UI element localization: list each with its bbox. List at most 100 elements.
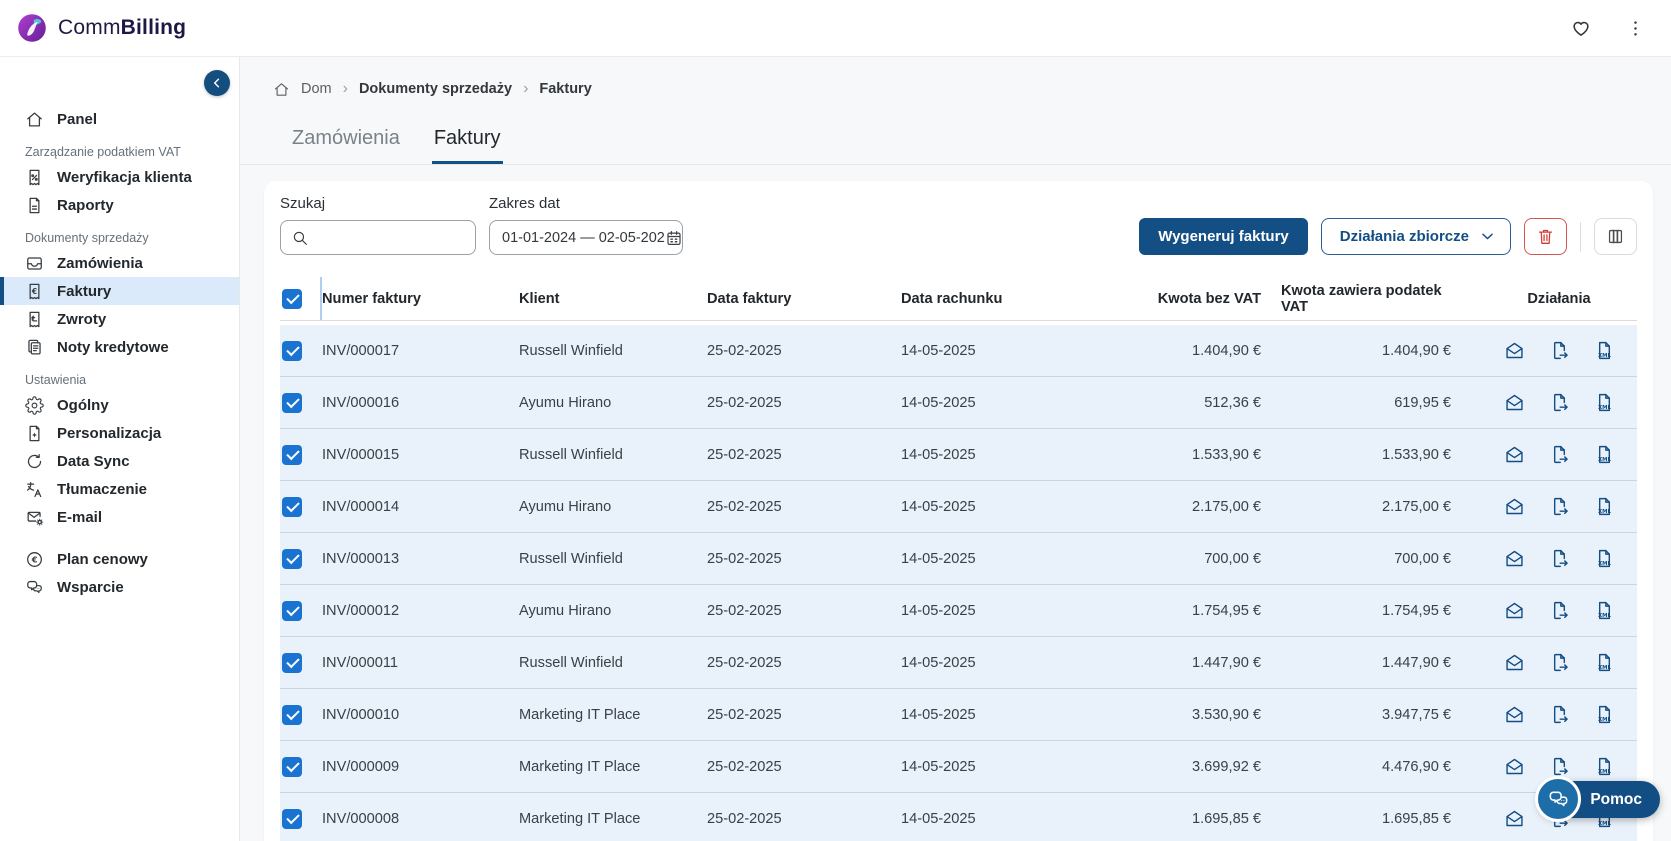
app-logo[interactable]: CommBilling [16, 12, 186, 44]
sidebar-item-label: Noty kredytowe [57, 339, 169, 356]
sidebar-item-label: Ogólny [57, 397, 109, 414]
file-xml-icon[interactable]: XML [1594, 496, 1615, 517]
select-all-checkbox[interactable] [282, 289, 302, 309]
euro-circle-icon: € [25, 550, 44, 569]
row-checkbox[interactable] [282, 445, 302, 465]
help-button[interactable]: Pomoc [1538, 781, 1660, 818]
heart-icon[interactable] [1570, 17, 1592, 39]
gross-amount-cell: 1.447,90 € [1281, 655, 1481, 671]
file-export-icon[interactable] [1549, 392, 1570, 413]
bulk-actions-button[interactable]: Działania zbiorcze [1321, 218, 1511, 255]
row-checkbox[interactable] [282, 705, 302, 725]
table-row[interactable]: INV/000009 Marketing IT Place 25-02-2025… [280, 741, 1637, 793]
row-checkbox[interactable] [282, 393, 302, 413]
file-xml-icon[interactable]: XML [1594, 444, 1615, 465]
table-row[interactable]: INV/000008 Marketing IT Place 25-02-2025… [280, 793, 1637, 841]
sidebar-item-faktury[interactable]: €Faktury [0, 277, 239, 305]
columns-settings-button[interactable] [1594, 218, 1637, 255]
file-export-icon[interactable] [1549, 444, 1570, 465]
column-header-data-rachunku[interactable]: Data rachunku [901, 277, 1141, 320]
sidebar-item-raporty[interactable]: Raporty [0, 191, 239, 219]
sidebar-item-ogolny[interactable]: Ogólny [0, 391, 239, 419]
column-header-data-faktury[interactable]: Data faktury [707, 277, 901, 320]
search-input[interactable] [280, 220, 476, 255]
table-row[interactable]: INV/000012 Ayumu Hirano 25-02-2025 14-05… [280, 585, 1637, 637]
net-amount-cell: 3.530,90 € [1141, 707, 1281, 723]
sidebar-item-data-sync[interactable]: Data Sync [0, 447, 239, 475]
row-checkbox[interactable] [282, 549, 302, 569]
sidebar-item-zamowienia[interactable]: Zamówienia [0, 249, 239, 277]
envelope-open-icon[interactable] [1504, 392, 1525, 413]
table-row[interactable]: INV/000010 Marketing IT Place 25-02-2025… [280, 689, 1637, 741]
row-checkbox[interactable] [282, 341, 302, 361]
column-header-kwota-bez-vat[interactable]: Kwota bez VAT [1141, 277, 1281, 320]
sidebar-item-panel[interactable]: Panel [0, 105, 239, 133]
invoice-number-cell: INV/000010 [322, 707, 519, 723]
file-xml-icon[interactable]: XML [1594, 756, 1615, 777]
breadcrumb-item-dom[interactable]: Dom [301, 81, 332, 97]
file-export-icon[interactable] [1549, 756, 1570, 777]
envelope-open-icon[interactable] [1504, 496, 1525, 517]
file-export-icon[interactable] [1549, 704, 1570, 725]
file-export-icon[interactable] [1549, 548, 1570, 569]
sidebar-item-zwroty[interactable]: Zwroty [0, 305, 239, 333]
file-xml-icon[interactable]: XML [1594, 652, 1615, 673]
tab-zamowienia[interactable]: Zamówienia [290, 115, 402, 164]
file-export-icon[interactable] [1549, 340, 1570, 361]
row-checkbox[interactable] [282, 601, 302, 621]
column-header-numer-faktury[interactable]: Numer faktury [322, 277, 519, 320]
main-content: Dom › Dokumenty sprzedaży › Faktury Zamó… [240, 57, 1671, 841]
kebab-menu-icon[interactable] [1626, 19, 1645, 38]
file-xml-icon[interactable]: XML [1594, 340, 1615, 361]
table-row[interactable]: INV/000014 Ayumu Hirano 25-02-2025 14-05… [280, 481, 1637, 533]
envelope-open-icon[interactable] [1504, 652, 1525, 673]
row-actions-cell: XML [1481, 756, 1637, 777]
document-star-icon [25, 424, 44, 443]
file-export-icon[interactable] [1549, 600, 1570, 621]
tab-faktury[interactable]: Faktury [432, 115, 503, 164]
file-xml-icon[interactable]: XML [1594, 392, 1615, 413]
table-row[interactable]: INV/000017 Russell Winfield 25-02-2025 1… [280, 325, 1637, 377]
table-row[interactable]: INV/000011 Russell Winfield 25-02-2025 1… [280, 637, 1637, 689]
table-row[interactable]: INV/000013 Russell Winfield 25-02-2025 1… [280, 533, 1637, 585]
column-header-kwota-zawiera-podatek-vat[interactable]: Kwota zawiera podatek VAT [1281, 277, 1481, 320]
row-checkbox[interactable] [282, 809, 302, 829]
net-amount-cell: 1.447,90 € [1141, 655, 1281, 671]
envelope-open-icon[interactable] [1504, 340, 1525, 361]
date-range-field-group: Zakres dat 01-01-2024 — 02-05-202 [489, 195, 683, 255]
file-export-icon[interactable] [1549, 496, 1570, 517]
envelope-open-icon[interactable] [1504, 704, 1525, 725]
envelope-open-icon[interactable] [1504, 756, 1525, 777]
file-xml-icon[interactable]: XML [1594, 704, 1615, 725]
breadcrumb-item-faktury[interactable]: Faktury [539, 81, 591, 97]
generate-invoices-button[interactable]: Wygeneruj faktury [1139, 218, 1308, 255]
sidebar-item-plan-cenowy[interactable]: €Plan cenowy [0, 545, 239, 573]
envelope-open-icon[interactable] [1504, 808, 1525, 829]
invoice-number-cell: INV/000011 [322, 655, 519, 671]
row-checkbox[interactable] [282, 497, 302, 517]
bill-date-cell: 14-05-2025 [901, 343, 1141, 359]
table-row[interactable]: INV/000016 Ayumu Hirano 25-02-2025 14-05… [280, 377, 1637, 429]
sidebar-item-personalizacja[interactable]: Personalizacja [0, 419, 239, 447]
sidebar-collapse-button[interactable] [204, 70, 230, 96]
envelope-open-icon[interactable] [1504, 548, 1525, 569]
envelope-open-icon[interactable] [1504, 444, 1525, 465]
home-icon [25, 110, 44, 129]
file-xml-icon[interactable]: XML [1594, 548, 1615, 569]
sidebar-item-weryfikacja-klienta[interactable]: Weryfikacja klienta [0, 163, 239, 191]
column-header-klient[interactable]: Klient [519, 277, 707, 320]
invoice-date-cell: 25-02-2025 [707, 655, 901, 671]
table-row[interactable]: INV/000015 Russell Winfield 25-02-2025 1… [280, 429, 1637, 481]
envelope-open-icon[interactable] [1504, 600, 1525, 621]
file-export-icon[interactable] [1549, 652, 1570, 673]
sidebar-item-e-mail[interactable]: E-mail [0, 503, 239, 531]
sidebar-item-tlumaczenie[interactable]: Tłumaczenie [0, 475, 239, 503]
file-xml-icon[interactable]: XML [1594, 600, 1615, 621]
row-checkbox[interactable] [282, 653, 302, 673]
sidebar-item-wsparcie[interactable]: Wsparcie [0, 573, 239, 601]
delete-button[interactable] [1524, 218, 1567, 255]
sidebar-item-noty-kredytowe[interactable]: Noty kredytowe [0, 333, 239, 361]
breadcrumb-item-dokumenty-sprzedazy[interactable]: Dokumenty sprzedaży [359, 81, 512, 97]
row-checkbox[interactable] [282, 757, 302, 777]
date-range-input[interactable]: 01-01-2024 — 02-05-202 [489, 220, 683, 255]
